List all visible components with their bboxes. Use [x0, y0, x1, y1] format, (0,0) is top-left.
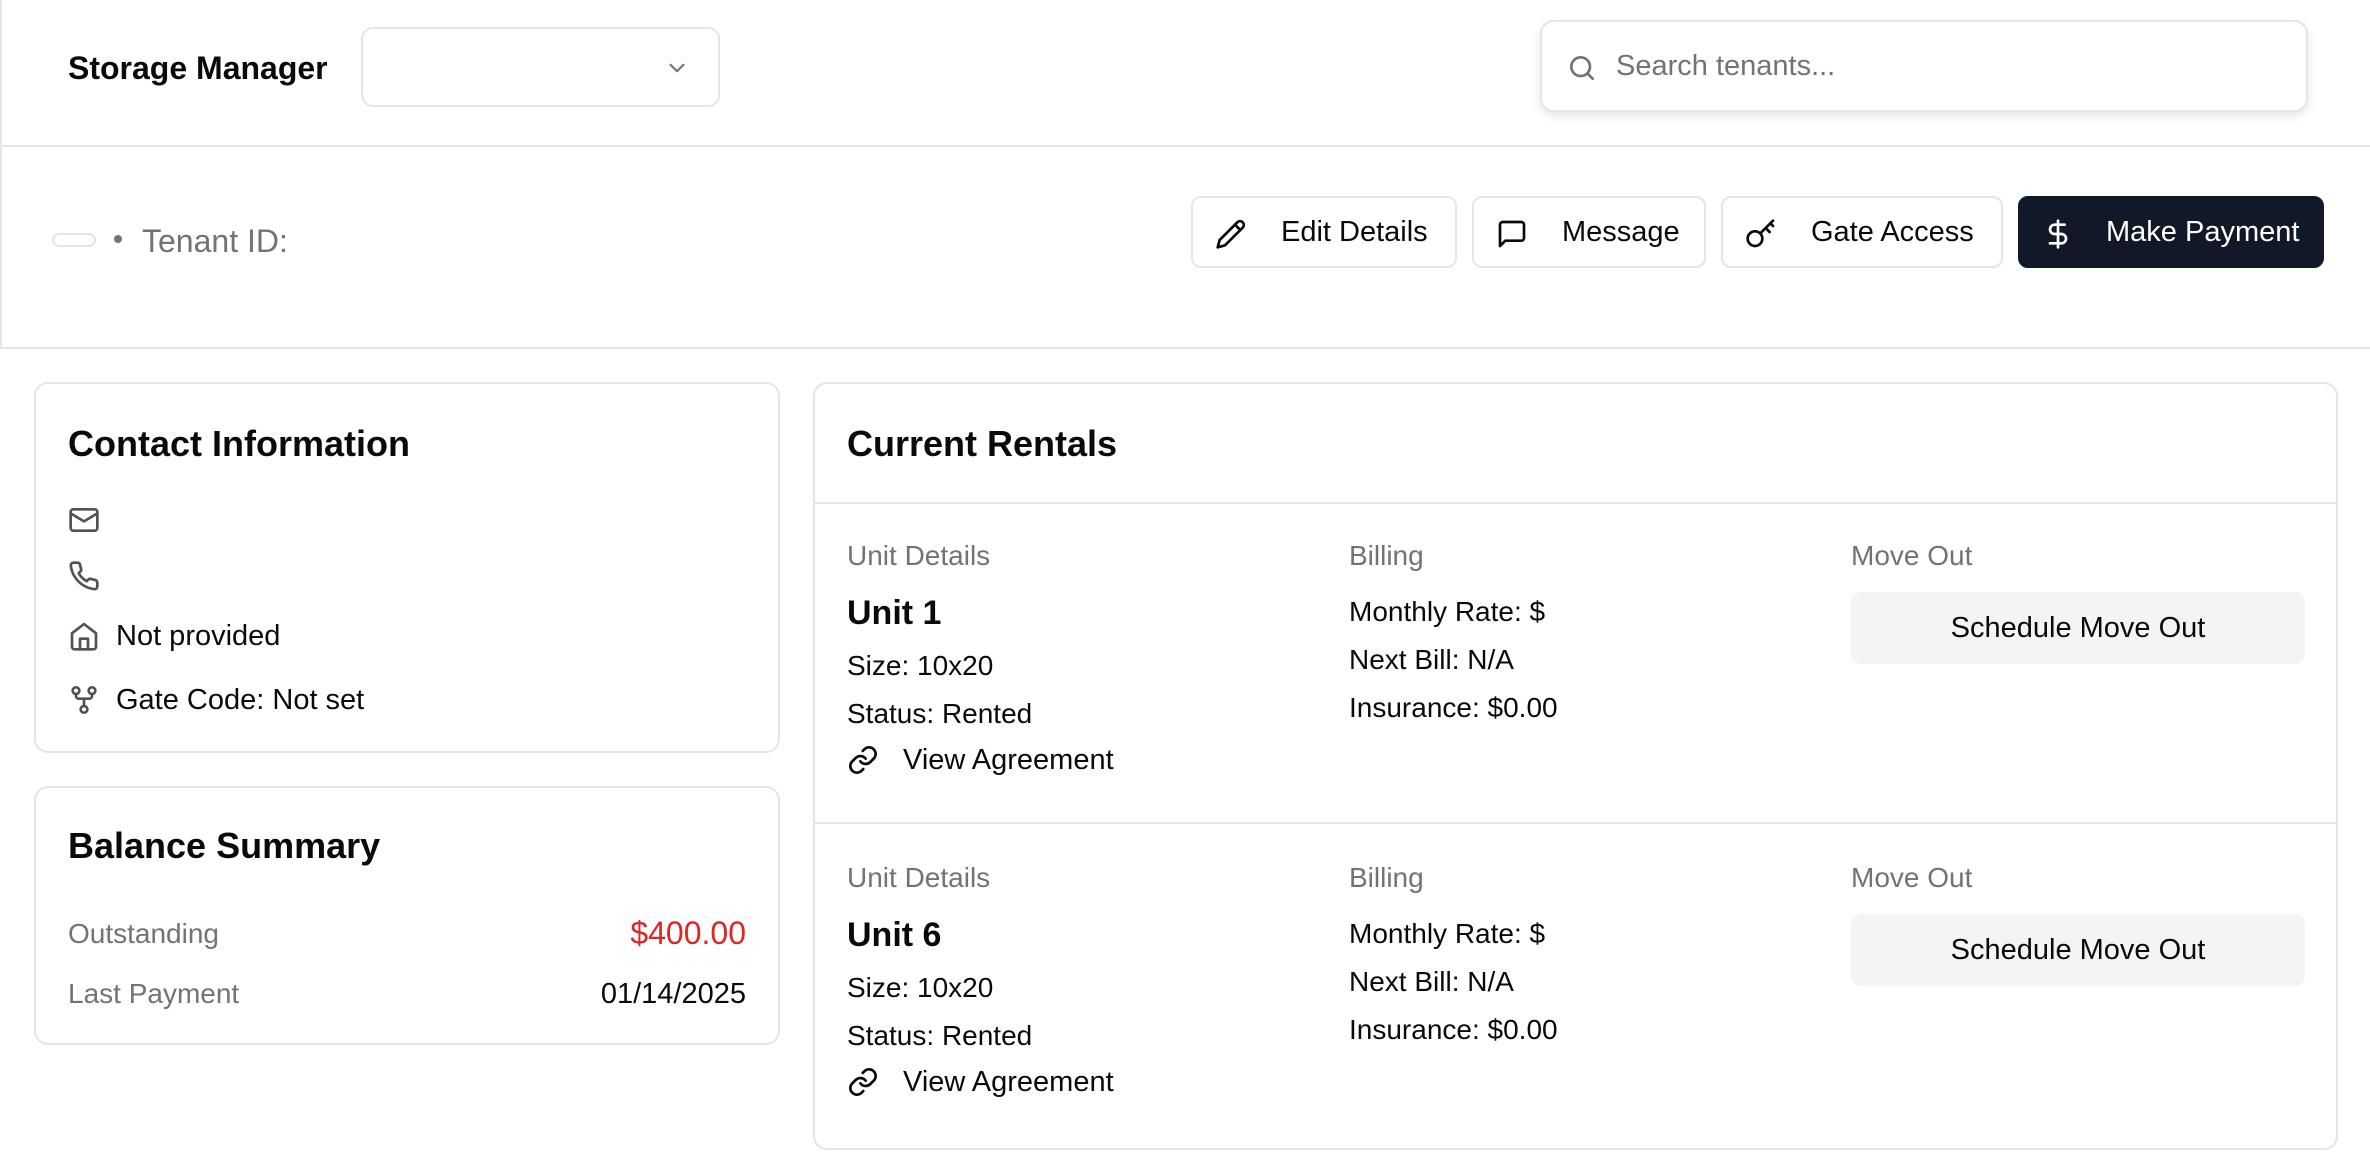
unit-status: Status: Rented [847, 1020, 1033, 1051]
pencil-icon [1216, 219, 1246, 249]
billing-label: Billing [1349, 862, 1424, 893]
contact-information-card: Contact Information Not provided Gate Co… [34, 382, 780, 753]
move-out-label: Move Out [1851, 862, 1973, 893]
app-title: Storage Manager [68, 50, 328, 86]
rental-row: Unit Details Unit 6 Size: 10x20 Status: … [815, 826, 2336, 1146]
balance-summary-title: Balance Summary [68, 825, 381, 866]
balance-summary-card: Balance Summary Outstanding $400.00 Last… [34, 786, 780, 1045]
top-bar: Storage Manager [0, 0, 2370, 147]
next-bill: Next Bill: N/A [1349, 644, 1514, 675]
link-icon [849, 746, 877, 774]
last-payment-value: 01/14/2025 [600, 978, 746, 1010]
tenant-id-label: Tenant ID: [142, 223, 288, 259]
search-icon [1570, 56, 1594, 80]
contact-phone-row [68, 558, 116, 594]
gate-access-label: Gate Access [1811, 215, 1974, 248]
insurance: Insurance: $0.00 [1349, 692, 1558, 723]
current-rentals-title: Current Rentals [847, 423, 1118, 464]
message-button[interactable]: Message [1472, 196, 1706, 268]
git-fork-icon [71, 686, 97, 714]
chevron-down-icon [669, 63, 685, 73]
contact-email-row [68, 502, 116, 538]
separator-dot [114, 235, 122, 243]
unit-size: Size: 10x20 [847, 972, 994, 1003]
dollar-sign-icon [2048, 219, 2068, 249]
contact-information-title: Contact Information [68, 423, 410, 464]
last-payment-label: Last Payment [68, 978, 240, 1009]
billing-label: Billing [1349, 540, 1424, 571]
unit-size: Size: 10x20 [847, 650, 994, 681]
current-rentals-card: Current Rentals Unit Details Unit 1 Size… [813, 382, 2338, 1150]
unit-name: Unit 6 [847, 916, 942, 954]
message-label: Message [1562, 215, 1680, 248]
next-bill: Next Bill: N/A [1349, 966, 1514, 997]
contact-address: Not provided [116, 619, 281, 652]
gate-access-button[interactable]: Gate Access [1721, 196, 2003, 268]
view-agreement-label: View Agreement [903, 743, 1114, 776]
search-box[interactable] [1540, 20, 2308, 112]
mail-icon [69, 508, 99, 532]
unit-details-label: Unit Details [847, 862, 991, 893]
view-agreement-link[interactable]: View Agreement [847, 1064, 1114, 1100]
move-out-label: Move Out [1851, 540, 1973, 571]
message-square-icon [1498, 220, 1526, 248]
schedule-move-out-button[interactable]: Schedule Move Out [1851, 914, 2305, 986]
make-payment-button[interactable]: Make Payment [2018, 196, 2324, 268]
contact-gate-code: Gate Code: Not set [116, 683, 365, 716]
outstanding-label: Outstanding [68, 918, 219, 949]
tenant-id: Tenant ID: [142, 223, 288, 259]
home-icon [70, 622, 98, 651]
search-input[interactable] [1616, 44, 2276, 88]
contact-gate-code-row: Gate Code: Not set [68, 682, 364, 718]
make-payment-label: Make Payment [2106, 215, 2300, 248]
phone-icon [69, 561, 99, 591]
insurance: Insurance: $0.00 [1349, 1014, 1558, 1045]
facility-select[interactable] [361, 27, 720, 107]
tenant-header: Tenant ID: Edit Details Message Gate Acc… [0, 147, 2370, 349]
view-agreement-link[interactable]: View Agreement [847, 742, 1114, 778]
unit-details-label: Unit Details [847, 540, 991, 571]
monthly-rate: Monthly Rate: $ [1349, 918, 1546, 949]
link-icon [849, 1068, 877, 1096]
monthly-rate: Monthly Rate: $ [1349, 596, 1546, 627]
unit-name: Unit 1 [847, 594, 942, 632]
tenant-name [52, 233, 96, 247]
current-rentals-header: Current Rentals [815, 384, 2336, 504]
schedule-move-out-button[interactable]: Schedule Move Out [1851, 592, 2305, 664]
rental-row: Unit Details Unit 1 Size: 10x20 Status: … [815, 504, 2336, 824]
view-agreement-label: View Agreement [903, 1065, 1114, 1098]
outstanding-value: $400.00 [630, 915, 746, 951]
contact-address-row: Not provided [68, 618, 280, 654]
key-icon [1746, 219, 1775, 248]
unit-status: Status: Rented [847, 698, 1033, 729]
edit-details-button[interactable]: Edit Details [1191, 196, 1457, 268]
edit-details-label: Edit Details [1281, 215, 1428, 248]
